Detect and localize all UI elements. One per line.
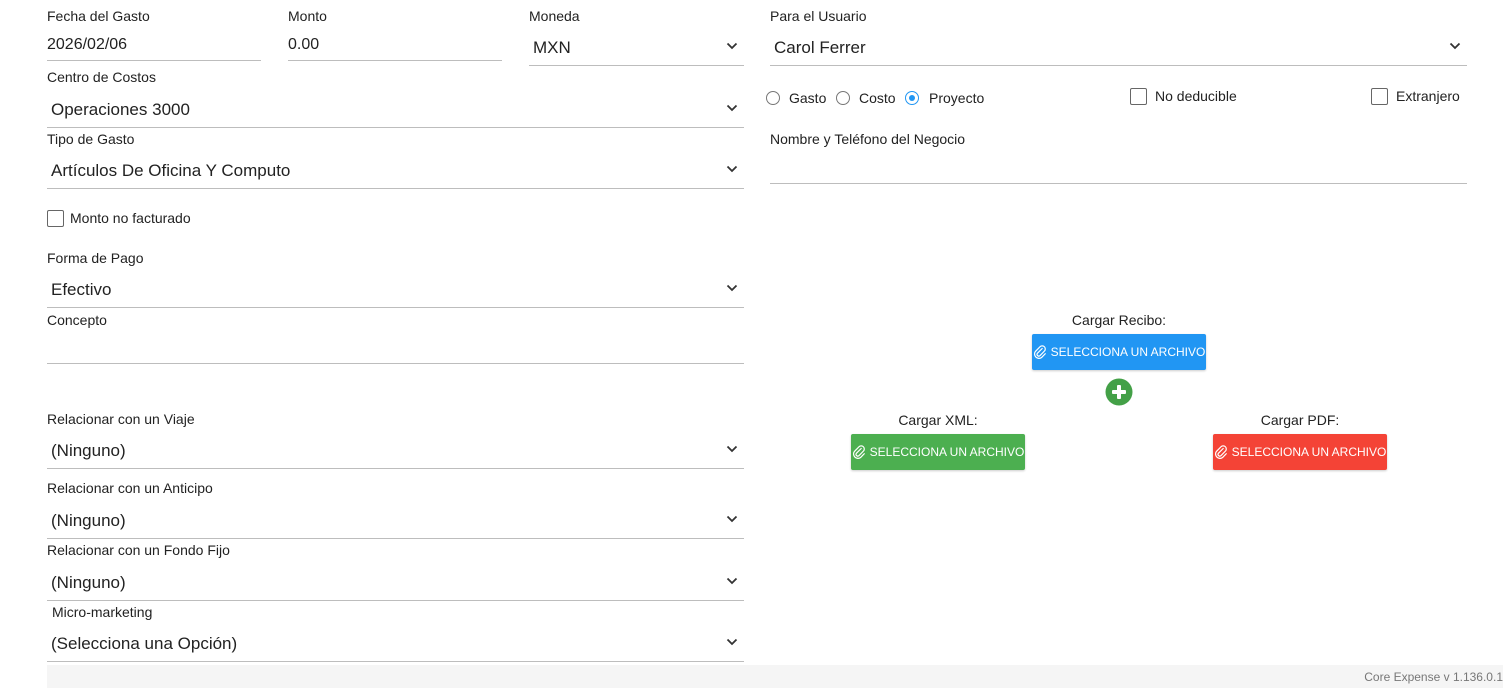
monto-input[interactable]: [288, 30, 502, 61]
fondo-label: Relacionar con un Fondo Fijo: [47, 542, 230, 558]
tipo-value: Artículos De Oficina Y Computo: [51, 161, 291, 180]
pdf-upload-button[interactable]: SELECCIONA UN ARCHIVO: [1213, 434, 1387, 470]
chevron-down-icon: [1449, 42, 1461, 50]
moneda-label: Moneda: [529, 8, 580, 24]
chevron-down-icon: [726, 165, 738, 173]
concepto-label: Concepto: [47, 312, 107, 328]
paperclip-icon: [852, 445, 865, 459]
negocio-label: Nombre y Teléfono del Negocio: [770, 131, 966, 147]
recibo-upload-button[interactable]: SELECCIONA UN ARCHIVO: [1032, 334, 1206, 370]
no-deducible-checkbox[interactable]: [1130, 88, 1147, 105]
chevron-down-icon: [726, 638, 738, 646]
anticipo-label: Relacionar con un Anticipo: [47, 480, 213, 496]
add-circle-icon[interactable]: [1105, 378, 1133, 406]
tipo-select[interactable]: Artículos De Oficina Y Computo: [47, 153, 744, 189]
monto-label: Monto: [288, 8, 327, 24]
chevron-down-icon: [726, 515, 738, 523]
fecha-label: Fecha del Gasto: [47, 8, 150, 24]
centro-select[interactable]: Operaciones 3000: [47, 92, 744, 128]
fondo-select[interactable]: (Ninguno): [47, 565, 744, 601]
viaje-label: Relacionar con un Viaje: [47, 411, 195, 427]
radio-proyecto[interactable]: [905, 91, 919, 105]
no-facturado-label: Monto no facturado: [70, 210, 191, 226]
concepto-input[interactable]: [47, 332, 744, 364]
usuario-select[interactable]: Carol Ferrer: [770, 30, 1467, 66]
radio-costo-label: Costo: [859, 90, 896, 106]
forma-label: Forma de Pago: [47, 250, 144, 266]
fecha-input[interactable]: [47, 30, 261, 61]
xml-upload-button[interactable]: SELECCIONA UN ARCHIVO: [851, 434, 1025, 470]
extranjero-checkbox[interactable]: [1371, 88, 1388, 105]
version-text: Core Expense v 1.136.0.1: [1364, 670, 1503, 684]
no-deducible-label: No deducible: [1155, 88, 1237, 104]
anticipo-select[interactable]: (Ninguno): [47, 503, 744, 539]
forma-value: Efectivo: [51, 280, 112, 299]
xml-upload-label: SELECCIONA UN ARCHIVO: [869, 445, 1025, 459]
centro-value: Operaciones 3000: [51, 100, 190, 119]
micro-select[interactable]: (Selecciona una Opción): [47, 626, 744, 662]
radio-costo[interactable]: [836, 91, 850, 105]
recibo-label: Cargar Recibo:: [1071, 312, 1167, 328]
chevron-down-icon: [726, 445, 738, 453]
negocio-input[interactable]: [770, 152, 1467, 184]
chevron-down-icon: [726, 104, 738, 112]
micro-label: Micro-marketing: [52, 604, 153, 620]
moneda-value: MXN: [533, 38, 571, 57]
tipo-label: Tipo de Gasto: [47, 131, 135, 147]
fondo-value: (Ninguno): [51, 573, 126, 592]
paperclip-icon: [1214, 445, 1227, 459]
anticipo-value: (Ninguno): [51, 511, 126, 530]
extranjero-label: Extranjero: [1396, 88, 1460, 104]
pdf-label: Cargar PDF:: [1260, 412, 1340, 428]
radio-gasto[interactable]: [766, 91, 780, 105]
radio-proyecto-label: Proyecto: [929, 90, 985, 106]
moneda-select[interactable]: MXN: [529, 30, 744, 66]
xml-label: Cargar XML:: [898, 412, 978, 428]
no-facturado-checkbox[interactable]: [47, 210, 64, 227]
chevron-down-icon: [726, 577, 738, 585]
paperclip-icon: [1033, 345, 1046, 359]
usuario-label: Para el Usuario: [770, 8, 867, 24]
viaje-select[interactable]: (Ninguno): [47, 433, 744, 469]
chevron-down-icon: [726, 284, 738, 292]
micro-value: (Selecciona una Opción): [51, 634, 238, 653]
forma-select[interactable]: Efectivo: [47, 272, 744, 308]
usuario-value: Carol Ferrer: [774, 38, 866, 57]
viaje-value: (Ninguno): [51, 441, 126, 460]
chevron-down-icon: [726, 42, 738, 50]
footer-bar: [47, 665, 1503, 688]
radio-gasto-label: Gasto: [789, 90, 827, 106]
recibo-upload-label: SELECCIONA UN ARCHIVO: [1050, 345, 1206, 359]
pdf-upload-label: SELECCIONA UN ARCHIVO: [1231, 445, 1387, 459]
centro-label: Centro de Costos: [47, 69, 156, 85]
